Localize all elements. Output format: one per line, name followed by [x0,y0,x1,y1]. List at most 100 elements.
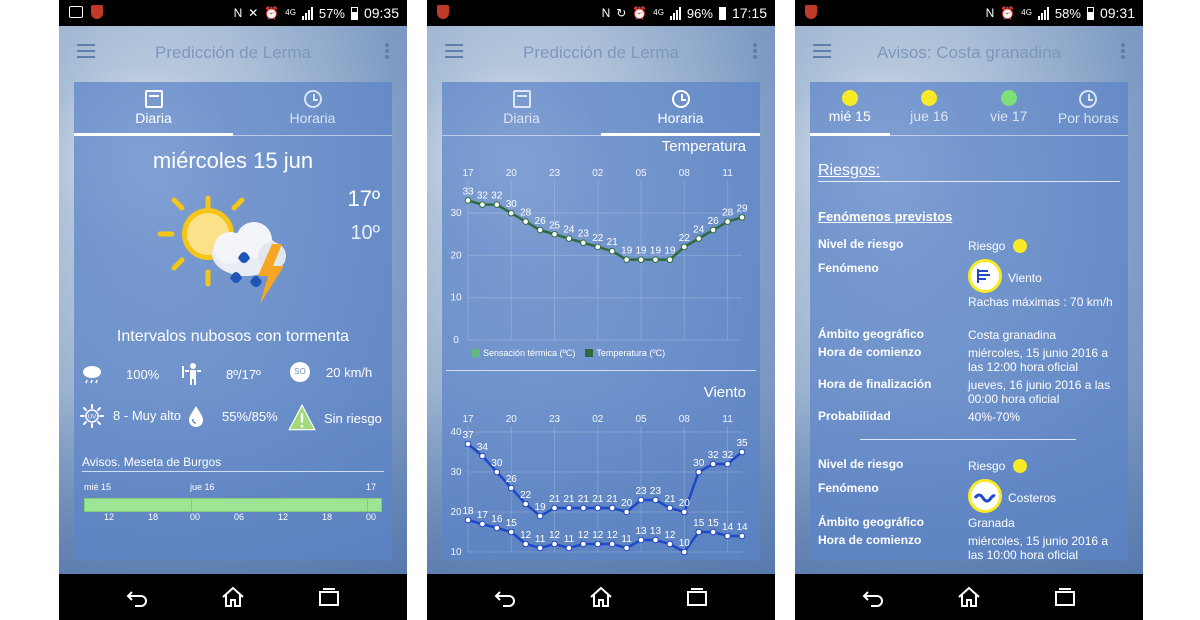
field-label: Hora de comienzo [818,345,922,359]
data-point [536,544,544,552]
wind-chart-title: Viento [703,384,746,401]
data-label: 32 [722,450,734,461]
data-label: 15 [708,518,720,529]
data-label: 21 [578,494,590,505]
tab-label: Por horas [1057,110,1119,126]
data-label: 23 [578,229,590,240]
data-point [681,508,688,516]
network-type: 4G [653,8,664,17]
data-point [522,540,529,548]
forecast-panel: Diaria Horaria Temperatura 17 20 23 02 05 08 1… [442,82,760,560]
home-icon [590,586,612,607]
home-button[interactable] [589,586,613,608]
status-bar: N ✕ ⏰ 4G 57% 09:35 [59,0,407,26]
temperature-range: 8º/17º [180,362,261,386]
data-label: 29 [736,203,748,214]
field-value: miércoles, 15 junio 2016 a las 12:00 hor… [968,346,1109,374]
data-point [580,504,587,512]
data-point [623,256,630,263]
recent-apps-button[interactable] [1053,586,1077,608]
home-button[interactable] [221,586,245,608]
gallery-icon [69,6,83,18]
back-button[interactable] [493,586,517,608]
legend-label: Sensación térmica (ºC) [483,348,576,358]
data-label: 21 [563,494,575,505]
data-point [738,214,746,221]
tab-hourly[interactable]: Horaria [233,82,392,135]
data-label: 10 [679,538,691,549]
humidity: 55%/85% [184,404,278,428]
data-point [464,516,472,524]
wind: SO 20 km/h [290,362,372,382]
data-point [522,500,529,508]
app-screen: Avisos: Costa granadina mié 15 jue 16 vi… [795,26,1143,574]
field-value: Rachas máximas : 70 km/h [968,295,1113,309]
day-tabs: mié 15 jue 16 vie 17 Por horas [810,82,1128,136]
y-tick-label: 20 [450,507,462,518]
data-label: 12 [578,530,590,541]
page-title: Predicción de Lerma [155,43,311,62]
back-button[interactable] [861,586,885,608]
home-button[interactable] [957,586,981,608]
wind-speed-value: 20 km/h [326,364,373,380]
data-point [681,548,688,556]
timeline-tick: 00 [190,512,201,522]
data-point [536,512,544,520]
home-icon [222,586,244,607]
field-value: Granada [968,516,1015,530]
risk-level: Sin riesgo [288,404,382,432]
x-tick-label: 17 [462,168,474,179]
data-point [623,508,630,516]
clock-time: 09:31 [1099,5,1135,21]
back-icon [494,591,515,607]
legend-item: Temperatura (ºC) [585,348,665,358]
recent-apps-button[interactable] [317,586,341,608]
battery-percent: 58% [1054,5,1081,21]
tab-hourly[interactable]: Horaria [601,82,760,136]
divider [860,439,1076,440]
phenomena-heading: Fenómenos previstos [818,209,953,224]
y-tick-label: 0 [453,335,459,346]
overflow-menu-icon[interactable] [385,43,389,59]
overflow-menu-icon[interactable] [1121,43,1125,59]
back-button[interactable] [125,586,149,608]
data-label: 19 [621,246,633,257]
tab-daily[interactable]: Diaria [442,82,601,135]
clock-icon [671,90,690,108]
wind-direction-icon: SO [290,362,310,382]
nfc-icon: N [985,6,995,20]
warnings-title[interactable]: Avisos. Meseta de Burgos [82,455,384,472]
data-label: 19 [635,246,647,257]
coastal-phenomenon-icon [968,479,1002,513]
data-label: 19 [664,246,676,257]
tab-day-2[interactable]: jue 16 [890,82,970,135]
tab-by-hours[interactable]: Por horas [1049,82,1129,135]
field-label: Fenómeno [818,481,879,495]
y-tick-label: 40 [450,427,462,438]
tab-daily[interactable]: Diaria [74,82,233,136]
tab-day-3[interactable]: vie 17 [969,82,1049,135]
warning-triangle-icon [288,404,316,431]
recent-apps-button[interactable] [685,586,709,608]
clock-icon [303,90,322,108]
nfc-icon: N [233,6,243,20]
field-label: Nivel de riesgo [818,457,904,471]
x-tick-label: 20 [506,168,518,179]
data-point [565,544,573,552]
data-point [666,540,674,548]
field-value: 40%-70% [968,410,1021,424]
data-point [652,496,659,504]
data-point [493,201,501,208]
system-nav-bar [427,574,775,620]
system-nav-bar [59,574,407,620]
data-label: 11 [564,534,575,545]
field-value: Costa granadina [968,328,1057,342]
overflow-menu-icon[interactable] [753,43,757,59]
clock-time: 17:15 [731,5,767,21]
bluetooth-off-icon: ✕ [248,6,259,20]
data-label: 13 [650,526,662,537]
x-tick-label: 23 [549,414,561,425]
tab-day-1[interactable]: mié 15 [810,82,890,136]
page-title: Avisos: Costa granadina [877,43,1061,62]
security-icon [805,5,817,19]
